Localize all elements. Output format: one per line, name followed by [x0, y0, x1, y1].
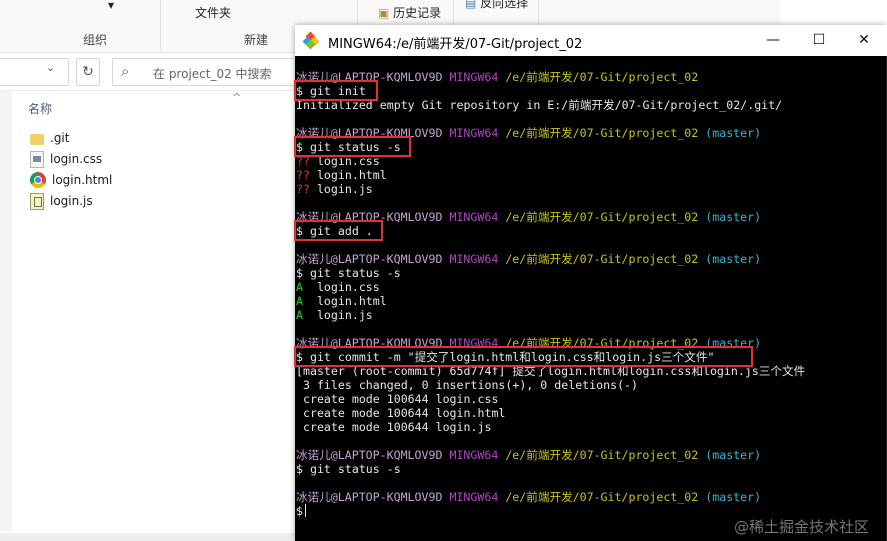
ribbon-divider: [160, 0, 161, 50]
output-line: create mode 100644 login.html: [296, 406, 506, 420]
maximize-button[interactable]: ☐: [796, 25, 842, 56]
status-line: A login.html: [296, 294, 387, 308]
terminal-title: MINGW64:/e/前端开发/07-Git/project_02: [328, 37, 583, 52]
history-button[interactable]: ▣ 历史记录: [378, 4, 441, 21]
chevron-down-icon[interactable]: ⌄: [46, 61, 55, 74]
list-item[interactable]: login.js: [30, 191, 93, 211]
status-line: A login.css: [296, 280, 380, 294]
status-line: A login.js: [296, 308, 373, 322]
reverse-select-icon: ▤: [465, 0, 477, 10]
input-line[interactable]: $: [296, 504, 306, 518]
git-logo-icon: [302, 31, 320, 50]
list-item[interactable]: login.html: [30, 170, 112, 190]
ribbon-dropdown-icon[interactable]: ▾: [108, 0, 114, 12]
terminal-body[interactable]: 冰诺儿@LAPTOP-KQMLOV9D MINGW64 /e/前端开发/07-G…: [294, 56, 887, 541]
text-cursor: [304, 504, 306, 517]
output-line: 3 files changed, 0 insertions(+), 0 dele…: [296, 378, 639, 392]
ribbon-group-organize: 组织: [83, 33, 108, 47]
close-button[interactable]: ✕: [841, 25, 887, 56]
watermark: @稀土掘金技术社区: [733, 518, 869, 536]
prompt-line: 冰诺儿@LAPTOP-KQMLOV9D MINGW64 /e/前端开发/07-G…: [296, 490, 762, 504]
horizontal-scrollbar[interactable]: [0, 533, 300, 541]
nav-pane-edge: [0, 91, 12, 531]
chrome-icon: [30, 172, 46, 188]
column-header-name[interactable]: 名称: [28, 100, 52, 117]
highlight-box-git-commit: [294, 346, 753, 367]
js-file-icon: [30, 192, 44, 210]
highlight-box-git-add: [294, 220, 383, 241]
list-item[interactable]: login.css: [30, 149, 102, 169]
status-line: ?? login.js: [296, 182, 373, 196]
prompt-line: 冰诺儿@LAPTOP-KQMLOV9D MINGW64 /e/前端开发/07-G…: [296, 252, 762, 266]
search-input[interactable]: ⌕ 在 project_02 中搜索: [112, 58, 314, 86]
prompt-line: 冰诺儿@LAPTOP-KQMLOV9D MINGW64 /e/前端开发/07-G…: [296, 448, 762, 462]
file-name: login.js: [50, 194, 93, 208]
ribbon-group-new: 新建: [244, 33, 269, 47]
output-line: create mode 100644 login.js: [296, 420, 492, 434]
ribbon-folder-label[interactable]: 文件夹: [195, 4, 231, 21]
file-list: ^ 名称 .git login.css login.html login.js: [0, 91, 300, 541]
search-placeholder: 在 project_02 中搜索: [153, 67, 272, 81]
status-line: ?? login.html: [296, 168, 387, 182]
highlight-box-git-init: [294, 80, 378, 101]
search-icon: ⌕: [121, 62, 130, 80]
command-line: $ git status -s: [296, 266, 401, 280]
command-line: $ git status -s: [296, 462, 401, 476]
minimize-button[interactable]: —: [750, 25, 796, 56]
reverse-select-button[interactable]: ▤ 反向选择: [465, 0, 528, 11]
history-icon: ▣: [378, 6, 390, 20]
refresh-icon[interactable]: ↻: [76, 58, 100, 86]
file-name: login.html: [52, 173, 113, 187]
terminal-titlebar[interactable]: MINGW64:/e/前端开发/07-Git/project_02 — ☐ ✕: [295, 25, 887, 57]
terminal-window[interactable]: MINGW64:/e/前端开发/07-Git/project_02 — ☐ ✕ …: [294, 25, 887, 541]
output-line: create mode 100644 login.css: [296, 392, 499, 406]
css-file-icon: [30, 150, 44, 168]
file-name: login.css: [50, 152, 103, 166]
folder-icon: [30, 134, 44, 145]
highlight-box-git-status: [294, 136, 411, 157]
file-name: .git: [50, 131, 70, 145]
sort-up-icon[interactable]: ^: [232, 91, 241, 104]
list-item[interactable]: .git: [30, 128, 69, 148]
address-input[interactable]: [0, 58, 69, 86]
